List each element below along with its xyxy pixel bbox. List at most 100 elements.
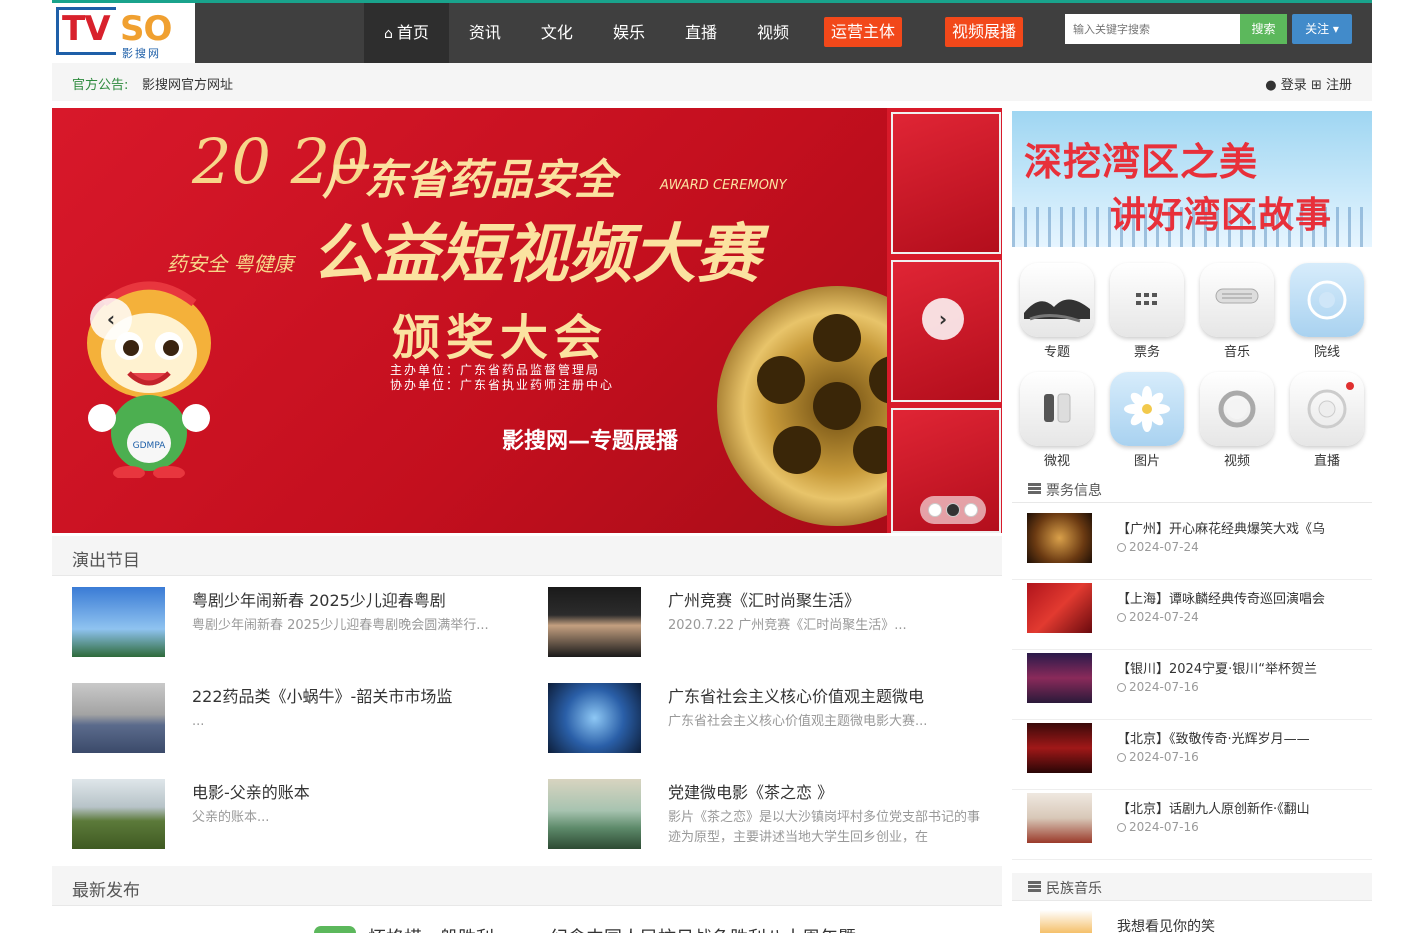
slide-title-1: 广东省药品安全 [322,155,617,204]
logo-so: SO [120,9,172,49]
program-item[interactable]: 党建微电影《茶之恋 》 影片《茶之恋》是以大沙镇岗坪村多位党支部书记的事迹为原型… [548,779,998,855]
live-record-icon [1290,372,1364,446]
program-thumbnail[interactable] [548,587,641,657]
program-item[interactable]: 粤剧少年闹新春 2025少儿迎春粤剧 粤剧少年闹新春 2025少儿迎春粤剧晚会圆… [72,587,522,663]
video-camera-icon [1020,372,1094,446]
clock-icon [1117,683,1126,692]
program-title[interactable]: 广东省社会主义核心价值观主题微电 [668,683,924,707]
ticket-thumbnail[interactable] [1027,793,1092,843]
slider-prev-button[interactable]: ‹ [90,298,132,340]
program-title[interactable]: 广州竞赛《汇时尚聚生活》 [668,587,860,611]
program-desc: 粤剧少年闹新春 2025少儿迎春粤剧晚会圆满举行... [192,618,489,633]
program-title[interactable]: 222药品类《小蜗牛》-韶关市市场监 [192,683,452,707]
ticket-title[interactable]: 【北京】《致敬传奇·光辉岁月—— [1117,728,1357,747]
notice-text[interactable]: 影搜网官方网址 [142,74,233,93]
follow-label: 关注 [1305,22,1330,36]
program-item[interactable]: 222药品类《小蜗牛》-韶关市市场监 ... [72,683,522,759]
ticket-title[interactable]: 【北京】话剧九人原创新作·《翻山 [1117,798,1357,817]
bay-area-banner[interactable]: 深挖湾区之美 讲好湾区故事 [1012,111,1372,247]
ticket-item[interactable]: 【北京】《致敬传奇·光辉岁月—— 2024-07-16 [1012,720,1372,790]
slide-organizers: 主办单位：广东省药品监督管理局 协办单位：广东省执业药师注册中心 [390,363,614,393]
ticket-thumbnail[interactable] [1027,513,1092,563]
ticket-thumbnail[interactable] [1027,723,1092,773]
app-music[interactable]: 音乐 [1197,263,1277,360]
app-micro-video[interactable]: 微视 [1017,372,1097,469]
hero-slider[interactable]: 20 20 药安全 粤健康 广东省药品安全 AWARD CEREMONY 公益短… [52,108,1002,533]
app-topics[interactable]: 专题 [1017,263,1097,360]
programs-heading: 演出节目 [72,551,140,571]
slide-title-2: 公益短视频大赛 [312,218,760,292]
ticket-title[interactable]: 【银川】2024宁夏·银川“举杯贺兰 [1117,658,1357,677]
banner-line-1: 深挖湾区之美 [1024,140,1259,184]
user-icon: ● [1265,78,1277,93]
ticket-item[interactable]: 【上海】谭咏麟经典传奇巡回演唱会 2024-07-24 [1012,580,1372,650]
register-link[interactable]: 注册 [1326,78,1352,93]
latest-item[interactable]: 怀格横一般胜利 [368,924,494,933]
app-live[interactable]: 直播 [1287,372,1367,469]
ticket-item[interactable]: 【银川】2024宁夏·银川“举杯贺兰 2024-07-16 [1012,650,1372,720]
follow-button[interactable]: 关注 ▾ [1292,14,1352,44]
side-thumb[interactable] [891,112,1001,254]
ticket-thumbnail[interactable] [1027,583,1092,633]
ticket-title[interactable]: 【广州】开心麻花经典爆笑大戏《乌 [1117,518,1357,537]
app-label: 院线 [1313,345,1340,360]
program-thumbnail[interactable] [548,683,641,753]
program-desc: 广东省社会主义核心价值观主题微电影大赛... [668,714,928,729]
program-desc: 影片《茶之恋》是以大沙镇岗坪村多位党支部书记的事迹为原型，主要讲述当地大学生回乡… [668,810,981,845]
program-thumbnail[interactable] [72,587,165,657]
ticket-date: 2024-07-16 [1117,750,1199,764]
lion-mascot-icon: GDMPA [87,281,211,478]
app-label: 微视 [1043,454,1070,469]
ticket-item[interactable]: 【广州】开心麻花经典爆笑大戏《乌 2024-07-24 [1012,510,1372,580]
ticket-thumbnail[interactable] [1027,653,1092,703]
ticket-item[interactable]: 【北京】话剧九人原创新作·《翻山 2024-07-16 [1012,790,1372,860]
latest-tag [314,926,356,933]
nav-entertainment[interactable]: 娱乐 [593,3,665,63]
ticket-title[interactable]: 【上海】谭咏麟经典传奇巡回演唱会 [1117,588,1357,607]
latest-heading: 最新发布 [72,881,140,901]
program-title[interactable]: 粤剧少年闹新春 2025少儿迎春粤剧 [192,587,446,611]
program-item[interactable]: 广州竞赛《汇时尚聚生活》 2020.7.22 广州竞赛《汇时尚聚生活》... [548,587,998,663]
nav-culture[interactable]: 文化 [521,3,593,63]
program-thumbnail[interactable] [548,779,641,849]
clock-icon [1117,613,1126,622]
ticket-date: 2024-07-16 [1117,680,1199,694]
clock-icon [1117,543,1126,552]
nav-news[interactable]: 资讯 [449,3,521,63]
slider-next-button[interactable]: › [922,298,964,340]
nav-operator-button[interactable]: 运营主体 [824,17,903,47]
app-label: 图片 [1133,454,1160,469]
program-item[interactable]: 电影-父亲的账本 父亲的账本... [72,779,522,855]
login-link[interactable]: 登录 [1281,78,1307,93]
music-thumbnail[interactable] [1040,910,1092,933]
program-thumbnail[interactable] [72,779,165,849]
program-title[interactable]: 党建微电影《茶之恋 》 [668,779,833,803]
slider-dot-3[interactable] [964,503,978,517]
program-item[interactable]: 广东省社会主义核心价值观主题微电 广东省社会主义核心价值观主题微电影大赛... [548,683,998,759]
program-title[interactable]: 电影-父亲的账本 [192,779,310,803]
site-logo[interactable]: TV SO 影搜网 [52,3,195,63]
slide-image[interactable]: 20 20 药安全 粤健康 广东省药品安全 AWARD CEREMONY 公益短… [52,108,957,533]
slide-host: 主办单位：广东省药品监督管理局 [390,363,601,377]
app-video[interactable]: 视频 [1197,372,1277,469]
search-button[interactable]: 搜索 [1240,14,1287,44]
slider-dot-2[interactable] [946,503,960,517]
program-thumbnail[interactable] [72,683,165,753]
plus-icon: ⊞ [1310,78,1322,93]
search-input[interactable] [1065,14,1240,44]
nav-video[interactable]: 视频 [737,3,809,63]
music-item-title[interactable]: 我想看见你的笑 [1117,916,1215,933]
banner-line-2: 讲好湾区故事 [1110,195,1333,236]
app-pictures[interactable]: 图片 [1107,372,1187,469]
main-nav: ⌂首页 资讯 文化 娱乐 直播 视频 图片 [364,3,881,63]
app-tickets[interactable]: 票务 [1107,263,1187,360]
app-cinema[interactable]: 院线 [1287,263,1367,360]
ticket-date-text: 2024-07-16 [1129,680,1199,694]
slider-dot-1[interactable] [928,503,942,517]
keypad-icon [1110,263,1184,337]
list-icon [1028,881,1041,892]
latest-item[interactable]: 纪念中国人民抗日战争胜利八十周年暨 [550,924,856,933]
nav-video-showcase-button[interactable]: 视频展播 [945,17,1024,47]
nav-home[interactable]: ⌂ 首页 [364,3,449,63]
nav-live[interactable]: 直播 [665,3,737,63]
